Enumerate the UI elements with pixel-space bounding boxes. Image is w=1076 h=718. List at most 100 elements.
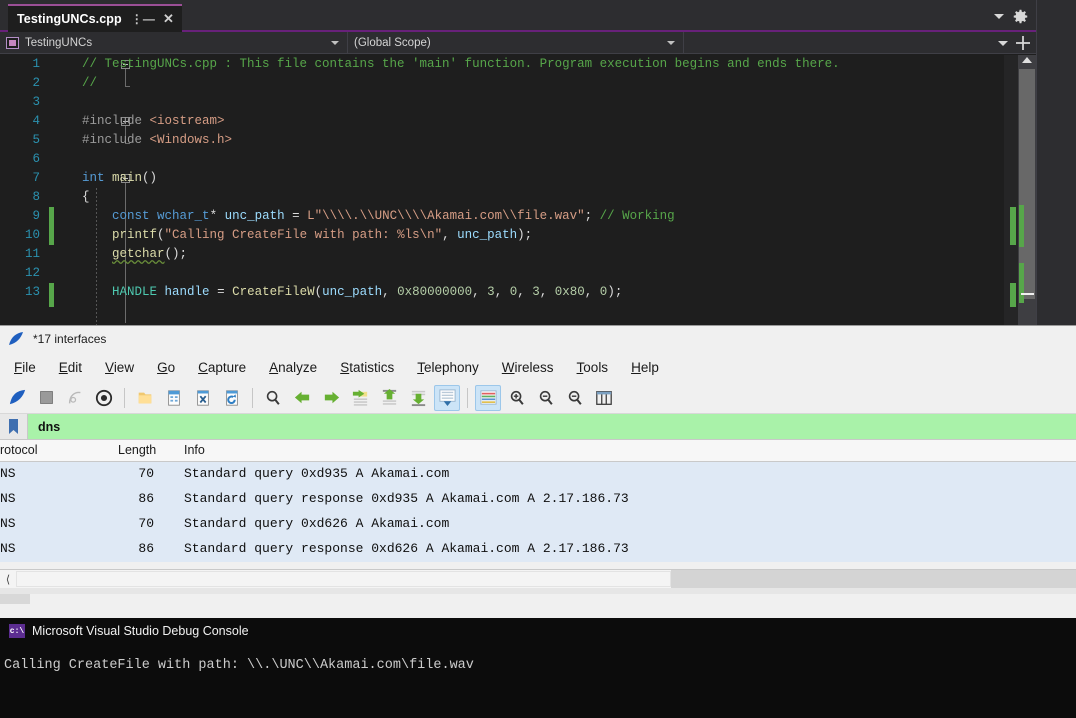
vs-tab-bar: TestingUNCs.cpp ⋮— ✕ [0,0,1036,32]
go-back-icon[interactable] [289,385,315,411]
vs-tool-window-tabs: Server Explorer Toolbox Properties Diagn… [1036,0,1076,325]
zoom-reset-icon[interactable] [562,385,588,411]
packet-row[interactable]: NS70Standard query 0xd626 A Akamai.com [0,512,1076,537]
code-line-text: // TestingUNCs.cpp : This file contains … [82,55,840,74]
menu-item-edit[interactable]: Edit [59,360,82,375]
close-icon[interactable]: ✕ [163,11,174,27]
packet-row[interactable]: NS86Standard query response 0xd626 A Aka… [0,537,1076,562]
editor-tab-testinguncs[interactable]: TestingUNCs.cpp ⋮— ✕ [8,4,182,32]
sidetab-properties[interactable]: Properties [1050,154,1076,220]
toolbar-separator [467,388,468,408]
code-line-text: #include <iostream> [82,112,225,131]
menu-item-wireless[interactable]: Wireless [502,360,554,375]
zoom-out-icon[interactable] [533,385,559,411]
menu-item-go[interactable]: Go [157,360,175,375]
navbar-project-dropdown[interactable]: TestingUNCs [0,32,348,53]
visual-studio-window: TestingUNCs.cpp ⋮— ✕ [0,0,1076,325]
line-number: 6 [0,150,40,169]
hscroll-thumb[interactable] [16,571,671,587]
chevron-left-icon[interactable]: ⟨ [0,570,16,588]
save-file-icon[interactable] [161,385,187,411]
bookmark-icon[interactable] [0,414,28,439]
close-file-icon[interactable] [190,385,216,411]
status-bar-block [0,594,30,604]
display-filter-bar[interactable]: dns [0,414,1076,440]
find-packet-icon[interactable] [260,385,286,411]
menu-item-capture[interactable]: Capture [198,360,246,375]
overview-change-mark [1010,207,1016,245]
sidetab-server-explorer[interactable]: Server Explorer [1050,6,1076,100]
menu-item-file[interactable]: File [14,360,36,375]
packet-info: Standard query 0xd935 A Akamai.com [184,466,449,481]
auto-scroll-icon[interactable] [434,385,460,411]
reload-file-icon[interactable] [219,385,245,411]
open-file-icon[interactable] [132,385,158,411]
wireshark-menu-bar: File Edit View Go Capture Analyze Statistics Te… [0,352,1076,382]
packet-row[interactable]: NS86Standard query response 0xd935 A Aka… [0,487,1076,512]
column-header-length[interactable]: Length [118,443,156,457]
line-number: 4 [0,112,40,131]
menu-item-help[interactable]: Help [631,360,659,375]
sidetab-diagnostic[interactable]: Diagnostic [1050,220,1076,288]
menu-item-view[interactable]: View [105,360,134,375]
line-number: 2 [0,74,40,93]
hscroll-track[interactable] [16,570,1076,588]
go-first-packet-icon[interactable] [376,385,402,411]
navbar-scope-dropdown[interactable]: (Global Scope) [348,32,684,53]
toolbar-separator [252,388,253,408]
hscroll-trough[interactable] [671,570,1076,588]
chevron-down-icon[interactable] [998,41,1008,46]
packet-list-horizontal-scrollbar[interactable]: ⟨ [0,569,1076,588]
packet-info: Standard query response 0xd935 A Akamai.… [184,491,629,506]
split-window-icon[interactable] [1016,36,1030,50]
pin-icon[interactable]: ⋮— [131,12,155,26]
overview-change-mark [1010,283,1016,307]
go-forward-icon[interactable] [318,385,344,411]
go-last-packet-icon[interactable] [405,385,431,411]
packet-length: 70 [118,466,154,481]
zoom-in-icon[interactable] [504,385,530,411]
start-capture-icon[interactable] [4,385,30,411]
code-line-text: printf("Calling CreateFile with path: %l… [82,226,532,245]
sidetab-toolbox[interactable]: Toolbox [1050,100,1076,154]
packet-list-header[interactable]: rotocol Length Info [0,440,1076,462]
vs-navigation-bar: TestingUNCs (Global Scope) [0,32,1036,54]
packet-length: 70 [118,516,154,531]
line-number: 13 [0,283,40,302]
stop-capture-icon[interactable] [33,385,59,411]
column-header-protocol[interactable]: rotocol [0,443,38,457]
packet-info: Standard query 0xd626 A Akamai.com [184,516,449,531]
screen-root: TestingUNCs.cpp ⋮— ✕ [0,0,1076,718]
menu-item-analyze[interactable]: Analyze [269,360,317,375]
capture-options-icon[interactable] [91,385,117,411]
packet-list[interactable]: NS70Standard query 0xd935 A Akamai.comNS… [0,462,1076,562]
wireshark-fin-icon [8,332,25,346]
menu-item-telephony[interactable]: Telephony [417,360,479,375]
code-folding-gutter[interactable] [58,55,80,325]
packet-row[interactable]: NS 70 Standard query 0xd935 A Akamai.com [0,462,1076,487]
packet-protocol: NS [0,541,16,556]
wireshark-window: *17 interfaces File Edit View Go Capture Anal… [0,325,1076,618]
console-output: Calling CreateFile with path: \\.\UNC\\A… [0,644,1076,676]
wireshark-title-label: *17 interfaces [33,332,106,346]
gear-icon[interactable] [1013,9,1028,24]
chevron-down-icon[interactable] [667,41,675,45]
editor-tab-label: TestingUNCs.cpp [17,12,122,26]
restart-capture-icon[interactable] [62,385,88,411]
column-header-info[interactable]: Info [184,443,205,457]
menu-item-statistics[interactable]: Statistics [340,360,394,375]
display-filter-input[interactable]: dns [28,414,1076,439]
packet-length: 86 [118,491,154,506]
go-to-packet-icon[interactable] [347,385,373,411]
menu-item-tools[interactable]: Tools [577,360,609,375]
editor-vertical-scrollbar[interactable] [1018,55,1036,325]
resize-columns-icon[interactable] [591,385,617,411]
scroll-up-arrow-icon[interactable] [1022,57,1032,63]
chevron-down-icon[interactable] [331,41,339,45]
colorize-icon[interactable] [475,385,501,411]
line-number: 7 [0,169,40,188]
chevron-down-icon[interactable] [994,14,1004,19]
packet-protocol: NS [0,466,16,481]
code-editor[interactable]: 1// TestingUNCs.cpp : This file contains… [0,55,1036,325]
vs-tab-bar-controls [994,0,1032,32]
